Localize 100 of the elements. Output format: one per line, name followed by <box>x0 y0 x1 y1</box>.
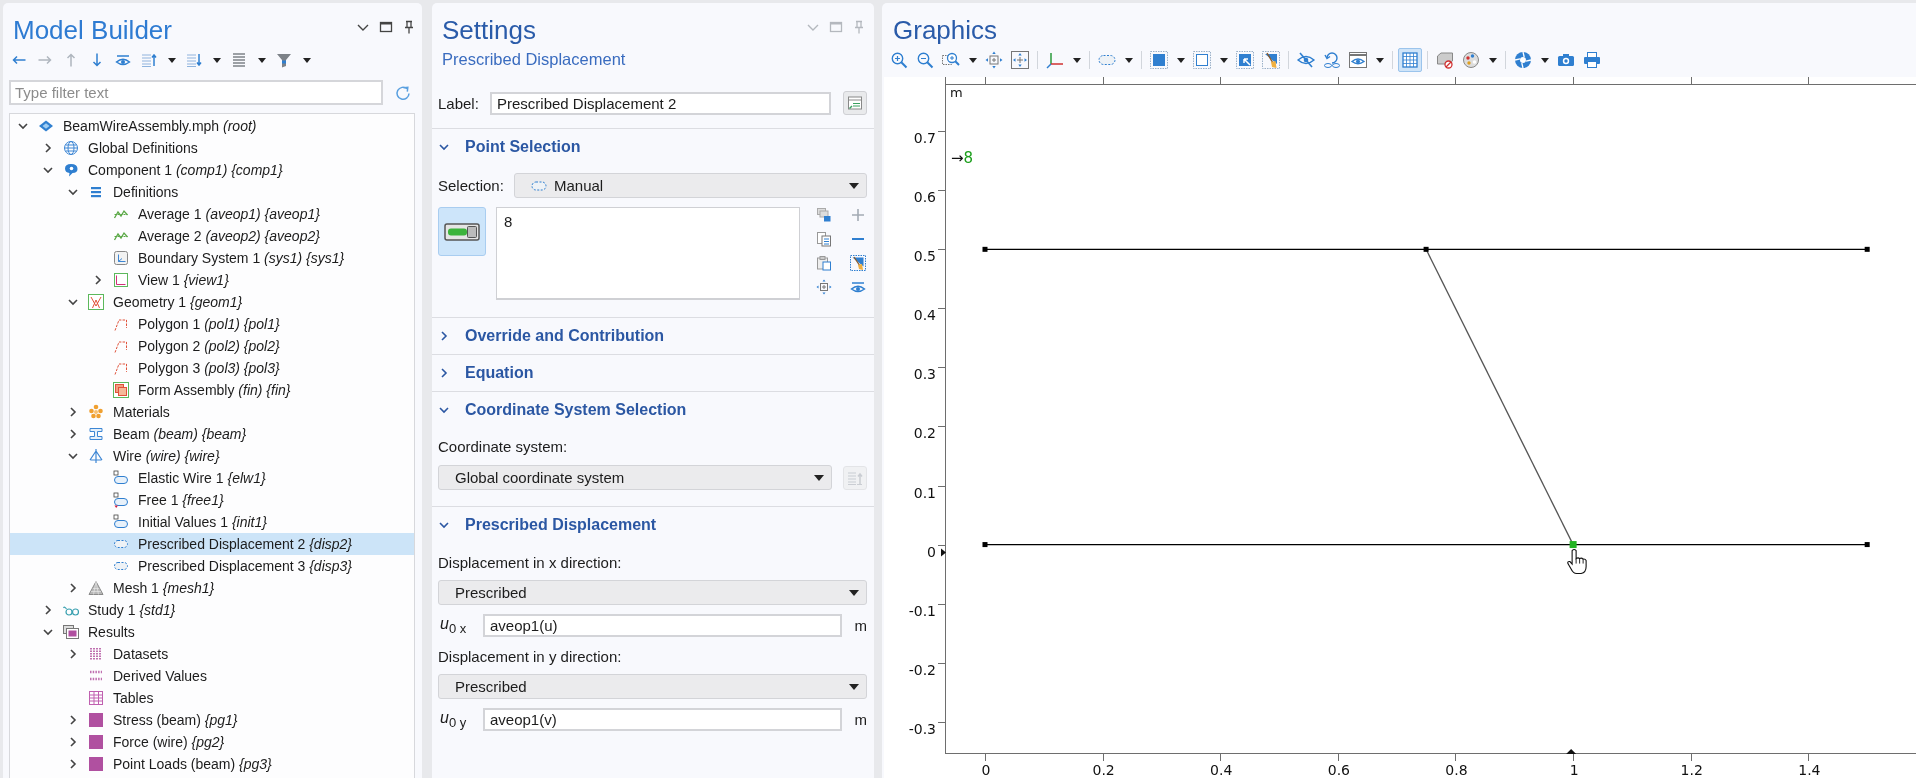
tree-item[interactable]: Component 1 (comp1) {comp1} <box>10 159 414 181</box>
tree-item[interactable]: Datasets <box>10 643 414 665</box>
tree-item[interactable]: Boundary System 1 (sys1) {sys1} <box>10 247 414 269</box>
eye-icon[interactable] <box>850 279 866 295</box>
chevron-right-icon[interactable] <box>67 582 79 594</box>
filter-field[interactable]: Type filter text <box>9 80 383 105</box>
box-prohibit-icon[interactable] <box>1436 51 1454 69</box>
tree-item[interactable]: Study 1 {std1} <box>10 599 414 621</box>
zoom-out-icon[interactable] <box>916 51 934 69</box>
displacement-dropdown[interactable]: Prescribed <box>438 674 867 699</box>
tree-item[interactable]: Mesh 1 {mesh1} <box>10 577 414 599</box>
tree-item[interactable]: Free 1 {free1} <box>10 489 414 511</box>
chevron-down-icon[interactable] <box>42 164 54 176</box>
section-header[interactable]: Prescribed Displacement <box>432 507 874 543</box>
printer-icon[interactable] <box>1583 51 1601 69</box>
tree-item[interactable]: Materials <box>10 401 414 423</box>
expression-field[interactable]: aveop1(v) <box>483 708 842 731</box>
funnel-icon[interactable] <box>276 52 292 68</box>
tree-item[interactable]: Prescribed Displacement 2 {disp2} <box>10 533 414 555</box>
tree-item[interactable]: Derived Values <box>10 665 414 687</box>
caret-icon[interactable] <box>1220 57 1228 63</box>
tree-item[interactable]: Point Loads (beam) {pg3} <box>10 753 414 775</box>
pin-icon[interactable] <box>402 20 416 34</box>
aperture-icon[interactable] <box>1514 51 1532 69</box>
tree-item[interactable]: Geometry 1 {geom1} <box>10 291 414 313</box>
section-header[interactable]: Point Selection <box>432 129 874 165</box>
chevron-right-icon[interactable] <box>42 142 54 154</box>
lines-icon[interactable] <box>231 52 247 68</box>
tree-item[interactable]: BeamWireAssembly.mph (root) <box>10 115 414 137</box>
grid-toggle-button[interactable] <box>1398 48 1422 72</box>
tree-item[interactable]: View 1 {view1} <box>10 269 414 291</box>
brush-icon[interactable] <box>850 255 866 271</box>
label-field[interactable]: Prescribed Displacement 2 <box>490 91 831 115</box>
chevron-right-icon[interactable] <box>67 648 79 660</box>
eye-icon[interactable] <box>115 52 131 68</box>
square-cursor-icon[interactable] <box>1236 51 1254 69</box>
tree-item[interactable]: Average 2 (aveop2) {aveop2} <box>10 225 414 247</box>
coordinate-system-dropdown[interactable]: Global coordinate system <box>438 465 832 490</box>
outlined-square-icon[interactable] <box>1193 51 1211 69</box>
tree-item[interactable]: Beam (beam) {beam} <box>10 423 414 445</box>
chevron-right-icon[interactable] <box>67 714 79 726</box>
tree-item[interactable]: Results <box>10 621 414 643</box>
eye-slash-icon[interactable] <box>1297 51 1315 69</box>
tree-item[interactable]: Definitions <box>10 181 414 203</box>
chevron-right-icon[interactable] <box>67 736 79 748</box>
expression-field[interactable]: aveop1(u) <box>483 614 842 637</box>
chevron-right-icon[interactable] <box>67 758 79 770</box>
brush-icon[interactable] <box>1262 51 1280 69</box>
chevron-down-icon[interactable] <box>67 450 79 462</box>
maximize-icon[interactable] <box>379 20 393 34</box>
tree-item[interactable]: Tables <box>10 687 414 709</box>
caret-icon[interactable] <box>1125 57 1133 63</box>
tree-item[interactable]: Global Definitions <box>10 137 414 159</box>
documents-icon[interactable] <box>816 231 832 247</box>
caret-icon[interactable] <box>1541 57 1549 63</box>
selection-list[interactable]: 8 <box>496 207 800 300</box>
filled-square-icon[interactable] <box>1150 51 1168 69</box>
expand-arrows-icon[interactable] <box>1011 51 1029 69</box>
section-header[interactable]: Override and Contribution <box>432 318 874 354</box>
stacked-squares-icon[interactable] <box>816 207 832 223</box>
tree-item[interactable]: Prescribed Displacement 3 {disp3} <box>10 555 414 577</box>
tree-item[interactable]: Polygon 2 (pol2) {pol2} <box>10 335 414 357</box>
list-item[interactable]: 8 <box>504 213 792 231</box>
chevron-right-icon[interactable] <box>67 406 79 418</box>
tree-item[interactable]: Force (wire) {pg2} <box>10 731 414 753</box>
tree-item[interactable]: Wire (wire) {wire} <box>10 445 414 467</box>
list-arrow-up-icon[interactable] <box>141 52 157 68</box>
tree-item[interactable]: Form Assembly (fin) {fin} <box>10 379 414 401</box>
caret-icon[interactable] <box>1376 57 1384 63</box>
refresh-icon[interactable] <box>394 83 412 102</box>
axes-icon[interactable] <box>1046 51 1064 69</box>
caret-icon[interactable] <box>168 57 176 63</box>
chevron-right-icon[interactable] <box>92 274 104 286</box>
caret-icon[interactable] <box>303 57 311 63</box>
displacement-dropdown[interactable]: Prescribed <box>438 580 867 605</box>
caret-icon[interactable] <box>258 57 266 63</box>
chevron-down-icon[interactable] <box>17 120 29 132</box>
caret-icon[interactable] <box>1177 57 1185 63</box>
camera-icon[interactable] <box>1557 51 1575 69</box>
tree-item[interactable]: Initial Values 1 {init1} <box>10 511 414 533</box>
circular-arrow-icon[interactable] <box>1323 51 1341 69</box>
label-options-button[interactable] <box>843 91 867 115</box>
crosshair-arrows-icon[interactable] <box>816 279 832 295</box>
tree-item[interactable]: Polygon 3 (pol3) {pol3} <box>10 357 414 379</box>
caret-icon[interactable] <box>969 57 977 63</box>
section-header[interactable]: Equation <box>432 355 874 391</box>
caret-icon[interactable] <box>1073 57 1081 63</box>
tree-item[interactable]: Stress (beam) {pg1} <box>10 709 414 731</box>
caret-icon[interactable] <box>1489 57 1497 63</box>
chevron-down-icon[interactable] <box>67 186 79 198</box>
list-arrow-down-icon[interactable] <box>186 52 202 68</box>
palette-icon[interactable] <box>1462 51 1480 69</box>
crosshair-arrows-icon[interactable] <box>985 51 1003 69</box>
chevron-right-icon[interactable] <box>67 428 79 440</box>
window-eye-icon[interactable] <box>1349 51 1367 69</box>
chevron-down-icon[interactable] <box>67 296 79 308</box>
tree-item[interactable]: Elastic Wire 1 {elw1} <box>10 467 414 489</box>
selection-toggle-button[interactable] <box>438 207 486 256</box>
selection-dropdown[interactable]: Manual <box>514 173 867 198</box>
clipboard-icon[interactable] <box>816 255 832 271</box>
